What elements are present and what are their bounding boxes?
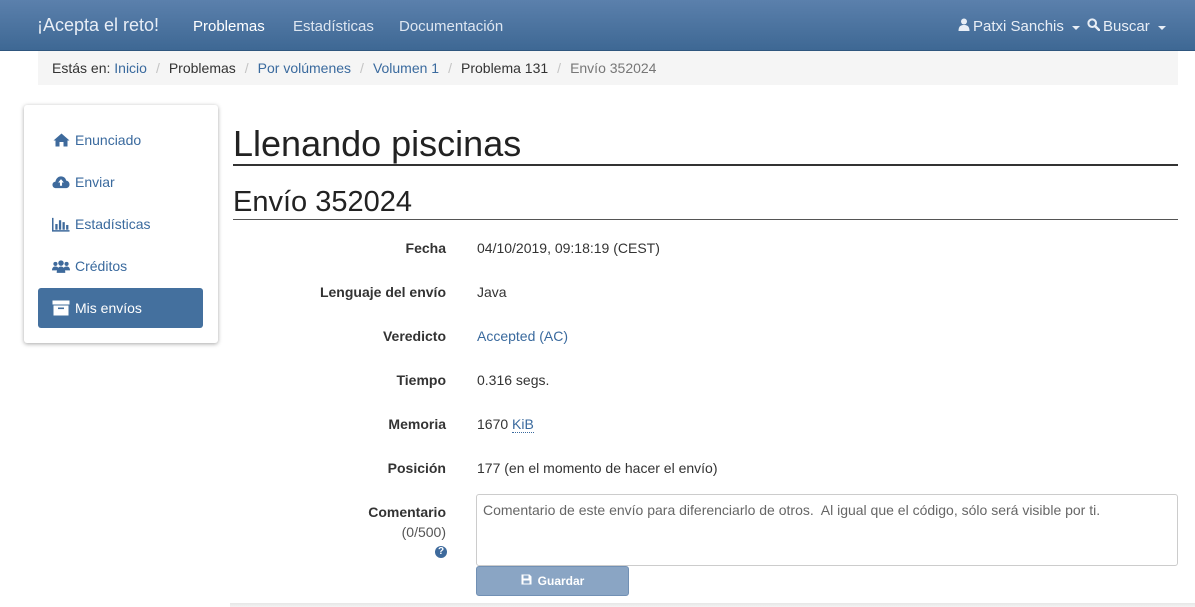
chevron-down-icon bbox=[1157, 25, 1166, 30]
breadcrumb-problema: Problema 131 bbox=[461, 60, 549, 76]
tiempo-value: 0.316 segs. bbox=[477, 372, 550, 388]
lenguaje-value: Java bbox=[477, 284, 507, 300]
breadcrumb-separator: / bbox=[244, 60, 249, 76]
sidebar-item-creditos[interactable]: Créditos bbox=[38, 246, 203, 286]
veredicto-link[interactable]: Accepted (AC) bbox=[477, 328, 568, 344]
sidebar-item-enviar[interactable]: Enviar bbox=[38, 162, 203, 202]
bar-chart-icon bbox=[52, 215, 70, 233]
breadcrumb-por-volumenes[interactable]: Por volúmenes bbox=[258, 60, 351, 76]
fecha-label: Fecha bbox=[405, 240, 446, 256]
comentario-count: (0/500) bbox=[401, 524, 446, 540]
save-button[interactable]: Guardar bbox=[476, 566, 629, 596]
search-menu[interactable]: Buscar bbox=[1087, 18, 1166, 35]
comment-textarea[interactable] bbox=[476, 494, 1178, 566]
search-icon bbox=[1087, 18, 1101, 35]
user-menu[interactable]: Patxi Sanchis bbox=[958, 18, 1080, 35]
memoria-value-row: 1670 KiB bbox=[477, 416, 534, 433]
breadcrumb: Estás en: Inicio / Problemas / Por volúm… bbox=[38, 51, 1178, 85]
sidebar-item-enunciado[interactable]: Enunciado bbox=[38, 120, 203, 160]
breadcrumb-volumen[interactable]: Volumen 1 bbox=[373, 60, 439, 76]
posicion-label: Posición bbox=[387, 460, 446, 476]
users-icon bbox=[52, 257, 70, 275]
nav-estadisticas[interactable]: Estadísticas bbox=[293, 18, 374, 35]
home-icon bbox=[52, 131, 70, 149]
archive-icon bbox=[52, 299, 70, 317]
sidebar-item-label: Enunciado bbox=[75, 132, 142, 148]
sidebar-item-label: Créditos bbox=[75, 258, 128, 274]
memoria-unit-abbr: KiB bbox=[512, 416, 534, 433]
save-button-label: Guardar bbox=[537, 574, 585, 588]
sidebar-item-estadisticas[interactable]: Estadísticas bbox=[38, 204, 203, 244]
nav-documentacion[interactable]: Documentación bbox=[399, 18, 503, 35]
memoria-value: 1670 bbox=[477, 416, 509, 432]
breadcrumb-separator: / bbox=[557, 60, 562, 76]
tiempo-label: Tiempo bbox=[396, 372, 446, 388]
top-navbar: ¡Acepta el reto! Problemas Estadísticas … bbox=[0, 0, 1195, 51]
cloud-upload-icon bbox=[52, 173, 70, 191]
sidebar-item-mis-envios[interactable]: Mis envíos bbox=[38, 288, 203, 328]
breadcrumb-prefix: Estás en: bbox=[52, 60, 111, 76]
submission-title: Envío 352024 bbox=[233, 185, 1178, 220]
breadcrumb-separator: / bbox=[360, 60, 364, 76]
user-icon bbox=[958, 18, 970, 35]
footer-divider bbox=[230, 603, 1195, 607]
search-label: Buscar bbox=[1103, 18, 1150, 35]
help-icon[interactable]: ? bbox=[435, 546, 447, 558]
chevron-down-icon bbox=[1071, 25, 1080, 30]
veredicto-label: Veredicto bbox=[382, 328, 446, 344]
breadcrumb-separator: / bbox=[155, 60, 160, 76]
breadcrumb-separator: / bbox=[448, 60, 452, 76]
nav-problemas[interactable]: Problemas bbox=[193, 18, 265, 35]
comentario-label: Comentario bbox=[368, 504, 446, 520]
sidebar-item-label: Mis envíos bbox=[75, 300, 142, 316]
breadcrumb-problemas: Problemas bbox=[168, 60, 236, 76]
floppy-disk-icon bbox=[521, 574, 532, 588]
breadcrumb-inicio[interactable]: Inicio bbox=[114, 60, 147, 76]
breadcrumb-envio: Envío 352024 bbox=[570, 60, 657, 76]
sidebar: Enunciado Enviar Estadísticas Créditos M… bbox=[24, 105, 218, 343]
lenguaje-label: Lenguaje del envío bbox=[319, 284, 446, 300]
sidebar-item-label: Estadísticas bbox=[75, 216, 151, 232]
sidebar-item-label: Enviar bbox=[75, 174, 115, 190]
fecha-value: 04/10/2019, 09:18:19 (CEST) bbox=[477, 240, 660, 256]
brand-logo[interactable]: ¡Acepta el reto! bbox=[37, 15, 159, 36]
user-name: Patxi Sanchis bbox=[973, 18, 1064, 35]
memoria-label: Memoria bbox=[388, 416, 446, 432]
posicion-value: 177 (en el momento de hacer el envío) bbox=[477, 460, 718, 476]
page-title: Llenando piscinas bbox=[233, 122, 1178, 166]
